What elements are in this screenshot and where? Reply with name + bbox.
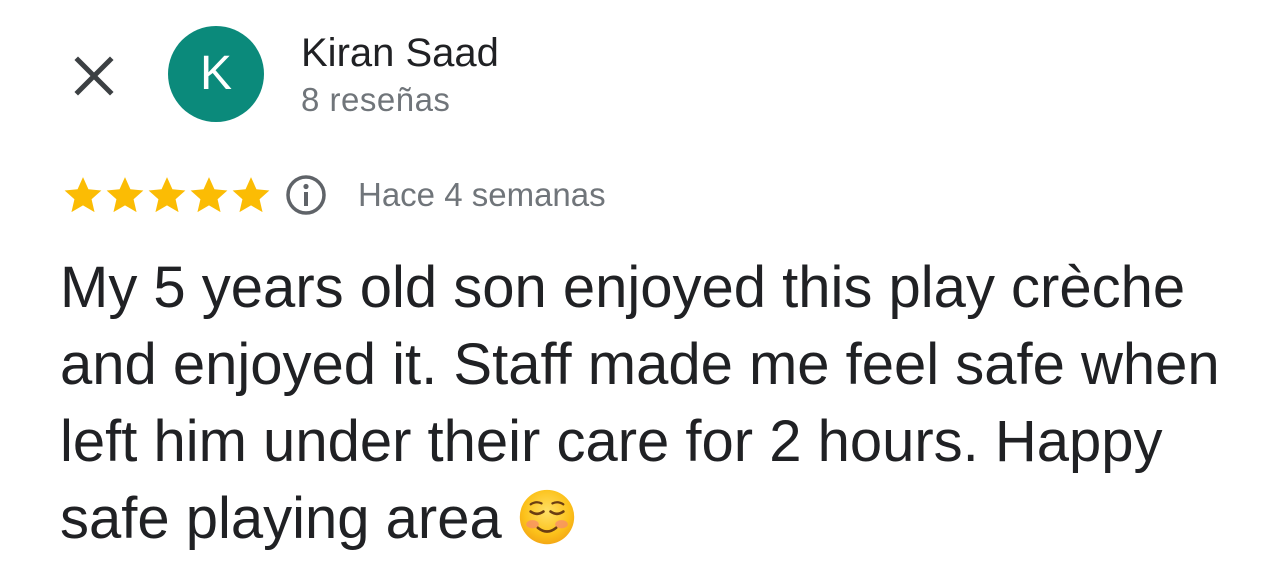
avatar-initial: K [199, 47, 232, 100]
star-icon [64, 177, 102, 213]
review-body: My 5 years old son enjoyed this play crè… [60, 255, 1252, 551]
avatar[interactable]: K [168, 26, 264, 122]
close-button[interactable] [70, 52, 118, 100]
close-icon [74, 56, 114, 96]
star-rating [62, 174, 272, 216]
star-icon [106, 177, 144, 213]
review-detail-panel: K Kiran Saad 8 reseñas Hace 4 semanas My… [0, 0, 1284, 588]
review-date: Hace 4 semanas [358, 176, 606, 213]
smiling-face-icon [519, 489, 575, 545]
author-name[interactable]: Kiran Saad [301, 30, 499, 76]
review-count[interactable]: 8 reseñas [301, 80, 450, 120]
star-icon [190, 177, 228, 213]
info-icon[interactable] [284, 173, 328, 217]
review-text: My 5 years old son enjoyed this play crè… [60, 249, 1240, 557]
star-icon [148, 177, 186, 213]
star-icon [232, 177, 270, 213]
